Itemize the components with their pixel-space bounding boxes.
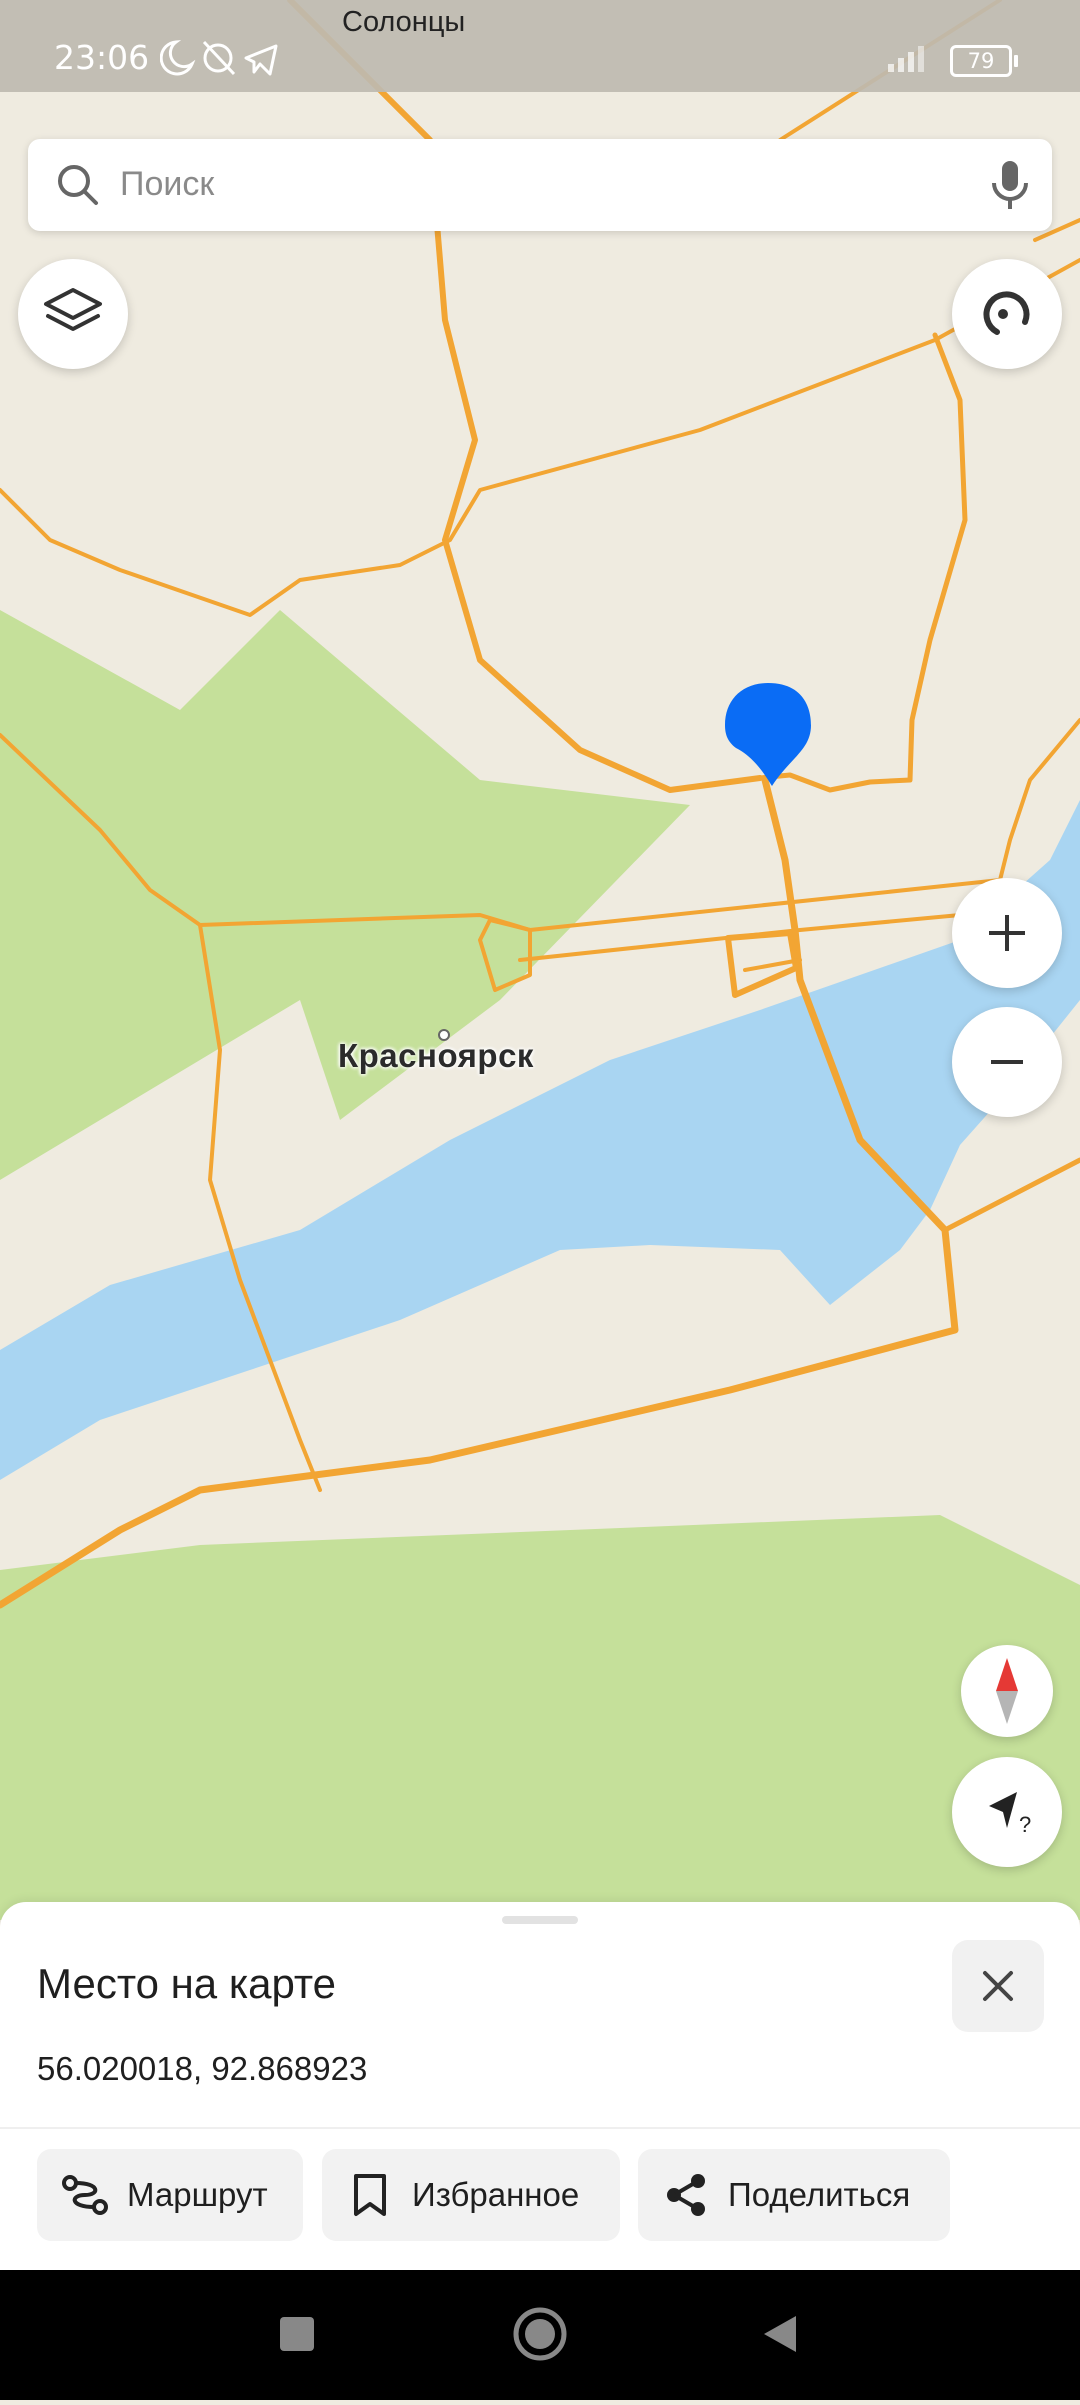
layers-icon (44, 288, 102, 331)
home-icon[interactable] (513, 2307, 567, 2361)
compass-icon (996, 1658, 1018, 1724)
search-bar[interactable]: Поиск (28, 139, 1052, 231)
route-button[interactable]: Маршрут (37, 2149, 303, 2241)
refresh-button[interactable] (952, 259, 1062, 369)
search-input[interactable]: Поиск (120, 165, 214, 204)
share-button[interactable]: Поделиться (638, 2149, 950, 2241)
battery-icon: 79 (950, 45, 1018, 77)
refresh-icon (983, 291, 1030, 335)
compass-button[interactable] (961, 1645, 1053, 1737)
divider (0, 2127, 1080, 2129)
map[interactable] (0, 0, 1080, 1920)
svg-text:?: ? (1019, 1812, 1031, 1837)
telegram-icon (244, 44, 278, 76)
zoom-in-icon (989, 915, 1025, 951)
bookmark-icon (344, 2169, 396, 2221)
close-button[interactable] (952, 1940, 1044, 2032)
share-label: Поделиться (728, 2176, 911, 2213)
favorites-label: Избранное (412, 2176, 580, 2213)
status-time: 23:06 (54, 38, 150, 77)
close-icon (983, 1971, 1013, 2001)
place-sheet: Место на карте 56.020018, 92.868923 Марш… (0, 1902, 1080, 2270)
status-bar: Солонцы 23:06 79 (0, 0, 1080, 92)
share-icon (660, 2169, 712, 2221)
forest-area (0, 1515, 1080, 1920)
city-label: Красноярск (338, 1037, 534, 1074)
layers-button[interactable] (18, 259, 128, 369)
back-icon[interactable] (764, 2316, 796, 2352)
recents-icon[interactable] (280, 2317, 314, 2351)
zoom-out-button[interactable] (952, 1007, 1062, 1117)
system-nav-bar (0, 2270, 1080, 2400)
mic-icon[interactable] (988, 159, 1032, 211)
signal-icon (888, 46, 924, 72)
alarm-off-icon (202, 40, 236, 76)
zoom-in-button[interactable] (952, 878, 1062, 988)
map-place-label: Солонцы (342, 6, 466, 38)
sheet-handle[interactable] (502, 1916, 578, 1924)
moon-icon (159, 40, 196, 76)
favorites-button[interactable]: Избранное (322, 2149, 620, 2241)
route-icon (59, 2169, 111, 2221)
coordinates[interactable]: 56.020018, 92.868923 (37, 2050, 367, 2088)
route-label: Маршрут (127, 2176, 268, 2213)
locate-button[interactable]: ? (952, 1757, 1062, 1867)
search-icon (58, 165, 98, 205)
zoom-out-icon (991, 1060, 1023, 1064)
sheet-title: Место на карте (37, 1960, 337, 2007)
status-icons (159, 38, 280, 85)
locate-icon: ? (989, 1792, 1031, 1837)
